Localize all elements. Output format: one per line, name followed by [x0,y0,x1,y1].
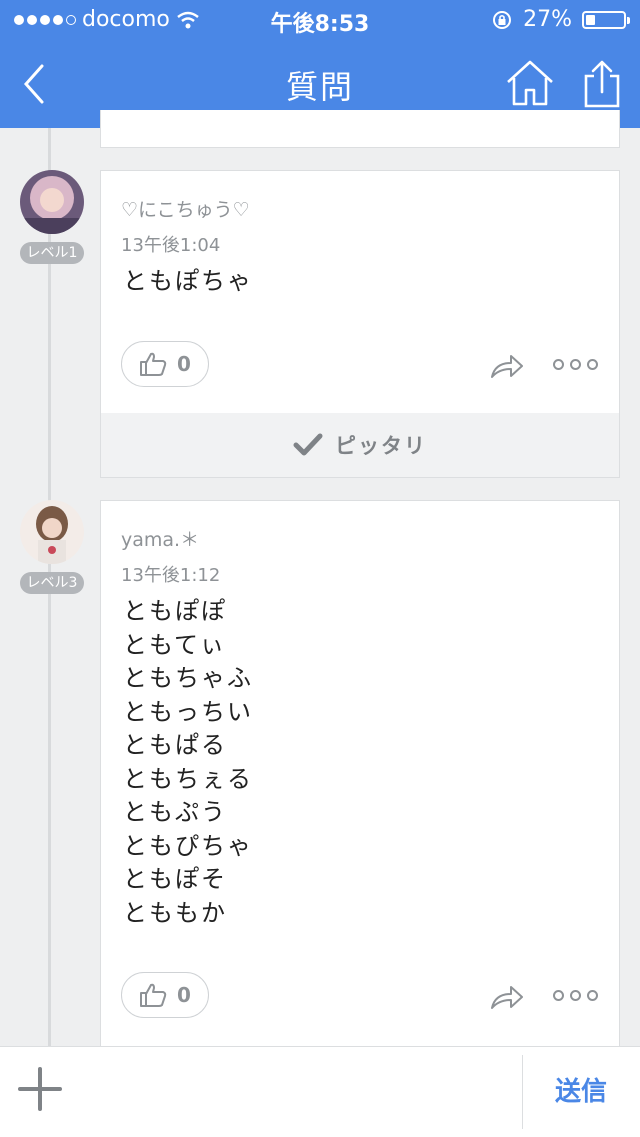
answer-text: ともぽぽ ともてぃ ともちゃふ ともっちい ともぱる ともちぇる ともぷう とも… [123,595,253,930]
level-badge: レベル3 [20,572,84,594]
battery-icon [582,10,630,29]
orientation-lock-icon [493,10,512,29]
bottom-input-bar: 送信 [0,1046,640,1137]
status-bar: docomo 午後8:53 27% [0,0,640,40]
forward-icon[interactable] [489,351,525,381]
level-badge: レベル1 [20,242,84,264]
top-bar: docomo 午後8:53 27% 質問 [0,0,640,128]
answer-line: ともぽちゃ [123,267,253,295]
previous-answer-card [100,110,620,148]
answer-line: ともちぇる [123,764,253,793]
send-button[interactable]: 送信 [522,1071,640,1108]
answer-line: ともてぃ [123,630,227,659]
answer-line: ともぴちゃ [123,831,253,860]
avatar-photo [20,500,84,564]
like-button[interactable]: 0 [121,341,209,387]
more-options-icon[interactable] [553,359,599,373]
timestamp: 13午後1:12 [121,565,221,586]
more-options-icon[interactable] [553,990,599,1004]
answer-card: ♡にこちゅう♡ 13午後1:04 ともぽちゃ 0 ピッタリ [100,170,620,478]
answer-text: ともぽちゃ [123,265,253,299]
username[interactable]: yama.＊ [121,525,199,552]
answer-line: ともぷう [123,798,227,826]
best-answer-label: ピッタリ [335,434,427,458]
avatar-photo [20,170,84,234]
battery-group: 27% [491,7,630,32]
battery-percent: 27% [523,7,572,32]
username[interactable]: ♡にこちゅう♡ [121,195,250,222]
home-icon[interactable] [502,56,558,112]
avatar[interactable] [20,500,84,564]
answer-line: ともっちい [123,697,253,726]
like-button[interactable]: 0 [121,972,209,1018]
answer-line: ともぽそ [123,865,227,893]
answer-card: yama.＊ 13午後1:12 ともぽぽ ともてぃ ともちゃふ ともっちい とも… [100,500,620,1060]
answer-line: ともちゃふ [123,664,253,692]
best-answer-button[interactable]: ピッタリ [101,413,619,477]
thumbs-up-icon [140,352,167,376]
timestamp: 13午後1:04 [121,235,221,256]
checkmark-icon [293,433,323,456]
thumbs-up-icon [140,983,167,1007]
forward-icon[interactable] [489,982,525,1012]
answer-line: ともぽぽ [123,597,227,625]
like-count: 0 [177,983,191,1007]
like-count: 0 [177,352,191,376]
answer-line: ともぱる [123,731,227,759]
answer-line: とももか [123,898,227,927]
share-icon[interactable] [578,56,626,112]
avatar[interactable] [20,170,84,234]
plus-icon[interactable] [18,1067,62,1111]
